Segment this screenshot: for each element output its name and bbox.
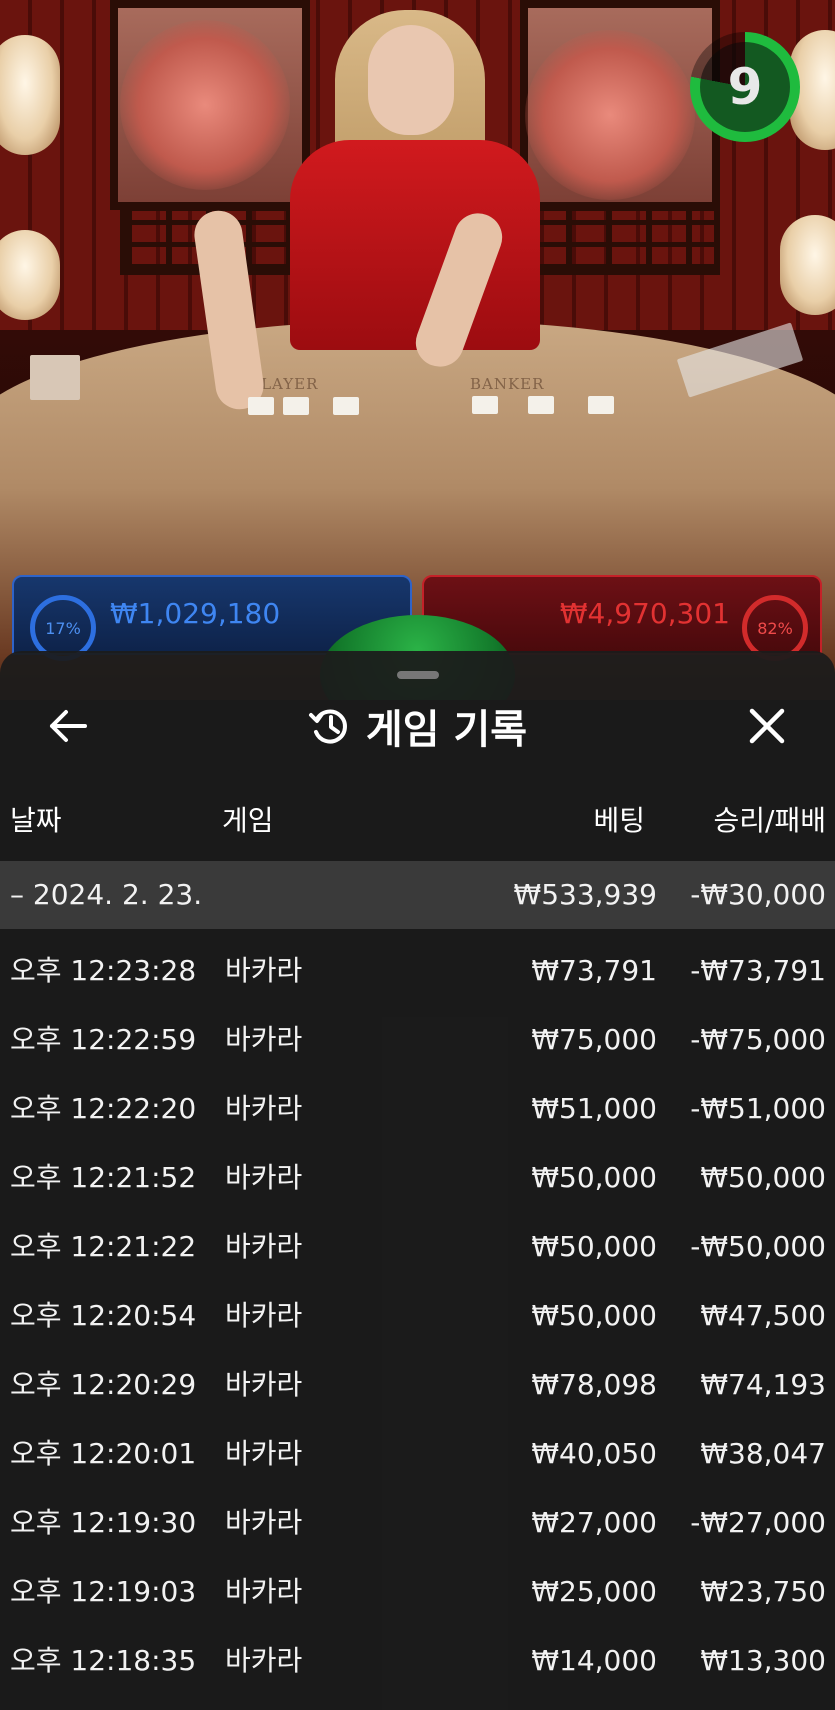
row-game: 바카라 bbox=[225, 1575, 303, 1608]
banker-bet-amount: ₩4,970,301 bbox=[559, 597, 730, 630]
history-row[interactable]: 오후 12:22:20 바카라 ₩51,000 -₩51,000 bbox=[0, 1075, 835, 1143]
row-bet: ₩51,000 bbox=[531, 1092, 657, 1125]
row-bet: ₩75,000 bbox=[531, 1023, 657, 1056]
live-video: PLAYER BANKER 9 17% ₩1,029,180 ₩4,970,30… bbox=[0, 0, 835, 700]
column-header-game: 게임 bbox=[222, 804, 274, 837]
card-deck bbox=[30, 355, 80, 400]
dealer-dress bbox=[290, 140, 540, 350]
row-result: ₩74,193 bbox=[700, 1368, 826, 1401]
row-game: 바카라 bbox=[225, 1299, 303, 1332]
row-result: -₩73,791 bbox=[690, 954, 826, 987]
row-result: ₩23,750 bbox=[700, 1575, 826, 1608]
sheet-drag-handle[interactable] bbox=[397, 671, 439, 679]
row-bet: ₩25,000 bbox=[531, 1575, 657, 1608]
row-result: -₩51,000 bbox=[690, 1092, 826, 1125]
row-game: 바카라 bbox=[225, 1092, 303, 1125]
row-time: 오후 12:22:20 bbox=[10, 1092, 197, 1125]
history-row[interactable]: 오후 12:19:30 바카라 ₩27,000 -₩27,000 bbox=[0, 1489, 835, 1557]
blossom-left bbox=[120, 20, 290, 190]
history-row[interactable]: 오후 12:21:52 바카라 ₩50,000 ₩50,000 bbox=[0, 1144, 835, 1212]
row-bet: ₩14,000 bbox=[531, 1644, 657, 1677]
row-game: 바카라 bbox=[225, 1368, 303, 1401]
row-result: ₩47,500 bbox=[700, 1299, 826, 1332]
row-result: ₩13,300 bbox=[700, 1644, 826, 1677]
row-result: ₩50,000 bbox=[700, 1161, 826, 1194]
row-time: 오후 12:19:30 bbox=[10, 1506, 197, 1539]
row-result: -₩50,000 bbox=[690, 1230, 826, 1263]
lantern-icon bbox=[0, 230, 60, 320]
row-time: 오후 12:19:03 bbox=[10, 1575, 197, 1608]
sheet-title: 게임 기록 bbox=[365, 707, 528, 753]
row-game: 바카라 bbox=[225, 1644, 303, 1677]
row-game: 바카라 bbox=[225, 1161, 303, 1194]
row-time: 오후 12:23:28 bbox=[10, 954, 197, 987]
dealer-face bbox=[368, 25, 454, 135]
history-row[interactable]: 오후 12:20:01 바카라 ₩40,050 ₩38,047 bbox=[0, 1420, 835, 1488]
history-row[interactable]: 오후 12:18:35 바카라 ₩14,000 ₩13,300 bbox=[0, 1627, 835, 1695]
column-header-bet: 베팅 bbox=[593, 804, 645, 837]
game-history-sheet: 게임 기록 날짜 게임 베팅 승리/패배 – 2024. 2. 23. ₩533… bbox=[0, 651, 835, 1710]
banker-card bbox=[472, 396, 498, 414]
row-time: 오후 12:22:59 bbox=[10, 1023, 197, 1056]
date-group-label: – 2024. 2. 23. bbox=[10, 878, 203, 911]
column-header-result: 승리/패배 bbox=[713, 804, 826, 837]
history-row[interactable]: 오후 12:19:03 바카라 ₩25,000 ₩23,750 bbox=[0, 1558, 835, 1626]
row-game: 바카라 bbox=[225, 1437, 303, 1470]
history-row[interactable]: 오후 12:20:29 바카라 ₩78,098 ₩74,193 bbox=[0, 1351, 835, 1419]
row-time: 오후 12:21:22 bbox=[10, 1230, 197, 1263]
history-row[interactable]: 오후 12:22:59 바카라 ₩75,000 -₩75,000 bbox=[0, 1006, 835, 1074]
player-bet-amount: ₩1,029,180 bbox=[110, 597, 281, 630]
lantern-icon bbox=[0, 35, 60, 155]
row-game: 바카라 bbox=[225, 954, 303, 987]
blossom-right bbox=[525, 30, 695, 200]
row-result: -₩27,000 bbox=[690, 1506, 826, 1539]
row-time: 오후 12:18:35 bbox=[10, 1644, 197, 1677]
sheet-header: 게임 기록 bbox=[0, 691, 835, 761]
row-game: 바카라 bbox=[225, 1023, 303, 1056]
row-bet: ₩50,000 bbox=[531, 1161, 657, 1194]
column-header-date: 날짜 bbox=[10, 804, 62, 837]
row-game: 바카라 bbox=[225, 1506, 303, 1539]
row-result: -₩75,000 bbox=[690, 1023, 826, 1056]
row-bet: ₩50,000 bbox=[531, 1230, 657, 1263]
banker-card bbox=[528, 396, 554, 414]
row-bet: ₩50,000 bbox=[531, 1299, 657, 1332]
row-bet: ₩78,098 bbox=[531, 1368, 657, 1401]
history-row[interactable]: 오후 12:20:54 바카라 ₩50,000 ₩47,500 bbox=[0, 1282, 835, 1350]
row-time: 오후 12:20:29 bbox=[10, 1368, 197, 1401]
timer-value: 9 bbox=[700, 42, 790, 132]
player-card bbox=[248, 397, 274, 415]
row-bet: ₩27,000 bbox=[531, 1506, 657, 1539]
row-result: ₩38,047 bbox=[700, 1437, 826, 1470]
row-time: 오후 12:20:01 bbox=[10, 1437, 197, 1470]
history-icon bbox=[308, 709, 347, 744]
history-row[interactable]: 오후 12:21:22 바카라 ₩50,000 -₩50,000 bbox=[0, 1213, 835, 1281]
banker-card bbox=[588, 396, 614, 414]
date-group-row[interactable]: – 2024. 2. 23. ₩533,939 -₩30,000 bbox=[0, 861, 835, 929]
row-bet: ₩73,791 bbox=[531, 954, 657, 987]
history-row[interactable]: 오후 12:23:28 바카라 ₩73,791 -₩73,791 bbox=[0, 937, 835, 1005]
close-button[interactable] bbox=[739, 701, 795, 751]
row-bet: ₩40,050 bbox=[531, 1437, 657, 1470]
player-card bbox=[283, 397, 309, 415]
date-group-result: -₩30,000 bbox=[690, 878, 826, 911]
row-game: 바카라 bbox=[225, 1230, 303, 1263]
date-group-bet: ₩533,939 bbox=[513, 878, 657, 911]
row-time: 오후 12:20:54 bbox=[10, 1299, 197, 1332]
banker-zone-label: BANKER bbox=[470, 375, 545, 393]
lantern-icon bbox=[780, 215, 835, 315]
countdown-timer: 9 bbox=[690, 32, 800, 142]
player-card bbox=[333, 397, 359, 415]
close-icon bbox=[749, 708, 785, 744]
row-time: 오후 12:21:52 bbox=[10, 1161, 197, 1194]
